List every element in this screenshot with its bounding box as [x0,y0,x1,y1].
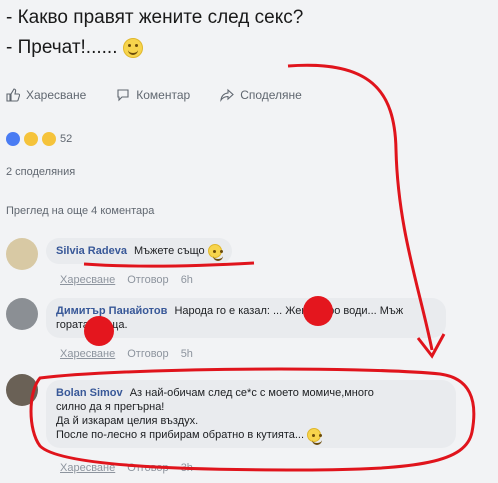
annotation-arrow [287,63,434,351]
annotation-overlay [29,63,476,472]
annotation-circle [29,367,476,472]
annotation-underline [83,261,255,268]
